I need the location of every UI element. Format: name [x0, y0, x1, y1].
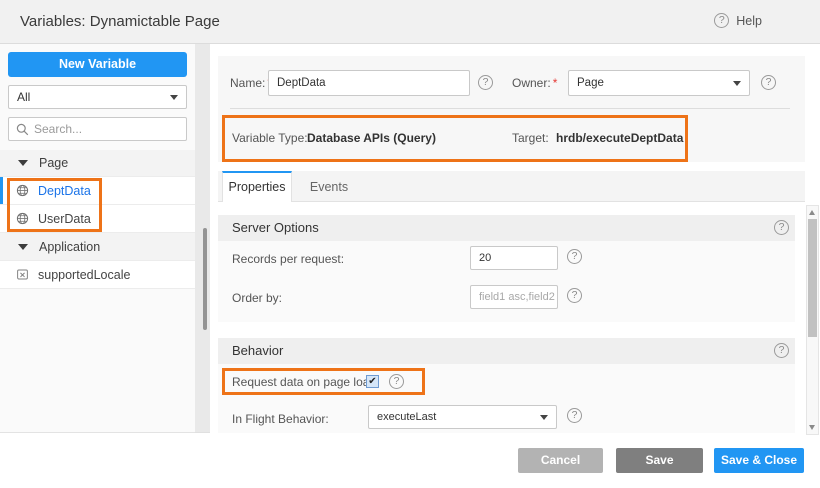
help-icon[interactable] — [774, 220, 789, 235]
variable-search[interactable] — [8, 117, 187, 141]
sidebar-group-application[interactable]: Application — [0, 233, 195, 261]
help-icon[interactable] — [761, 75, 776, 90]
sidebar-scrollbar-thumb[interactable] — [203, 228, 207, 330]
variable-filter-select[interactable]: All — [8, 85, 187, 109]
scroll-up-arrow-icon[interactable] — [809, 210, 815, 215]
help-icon[interactable] — [774, 343, 789, 358]
scroll-down-arrow-icon[interactable] — [809, 425, 815, 430]
variable-details-form: Name:* Owner:* Page Variable Type: Datab… — [218, 56, 805, 162]
in-flight-selected-value: executeLast — [377, 411, 436, 423]
variables-dialog: Variables: Dynamictable Page Help New Va… — [0, 0, 820, 488]
behavior-section: Behavior Request data on page load In Fl… — [218, 338, 795, 433]
help-icon[interactable] — [478, 75, 493, 90]
owner-selected-value: Page — [577, 77, 604, 89]
owner-select[interactable]: Page — [568, 70, 750, 96]
tab-events[interactable]: Events — [296, 173, 362, 201]
selection-bar — [0, 177, 3, 204]
request-data-checkbox[interactable] — [366, 375, 379, 388]
tab-bar: Properties Events — [218, 171, 805, 202]
help-button[interactable]: Help — [714, 13, 762, 28]
variable-type-label: Variable Type: — [232, 118, 308, 159]
server-options-header: Server Options — [218, 215, 795, 241]
name-field[interactable] — [268, 70, 470, 96]
help-icon[interactable] — [567, 249, 582, 264]
server-options-section: Server Options Records per request: Orde… — [218, 215, 795, 322]
help-icon[interactable] — [567, 408, 582, 423]
new-variable-button[interactable]: New Variable — [8, 52, 187, 77]
name-label: Name:* — [230, 76, 272, 90]
records-per-request-label: Records per request: — [232, 252, 344, 266]
order-by-label: Order by: — [232, 291, 282, 305]
chevron-down-icon — [733, 81, 741, 86]
tab-properties[interactable]: Properties — [222, 171, 292, 202]
item-label: supportedLocale — [38, 268, 130, 282]
section-title: Server Options — [232, 215, 319, 241]
main-scrollbar-thumb[interactable] — [808, 219, 817, 337]
section-title: Behavior — [232, 338, 283, 364]
cancel-button[interactable]: Cancel — [518, 448, 603, 473]
item-label: UserData — [38, 212, 91, 226]
variable-type-value: Database APIs (Query) — [307, 118, 436, 159]
target-label: Target: — [512, 118, 549, 159]
service-variable-icon — [16, 212, 29, 225]
records-per-request-field[interactable] — [470, 246, 558, 270]
highlight-box-request-on-load: Request data on page load — [222, 368, 425, 395]
help-label[interactable]: Help — [736, 14, 762, 28]
page-title: Variables: Dynamictable Page — [20, 13, 220, 30]
caret-down-icon — [18, 160, 28, 166]
order-by-field[interactable] — [470, 285, 558, 309]
help-icon[interactable] — [389, 374, 404, 389]
request-data-on-load-label: Request data on page load — [232, 375, 376, 389]
target-value: hrdb/executeDeptData — [556, 118, 683, 159]
item-label: DeptData — [38, 184, 91, 198]
caret-down-icon — [18, 244, 28, 250]
sidebar-group-page[interactable]: Page — [0, 150, 195, 177]
chevron-down-icon — [170, 95, 178, 100]
service-variable-icon — [16, 184, 29, 197]
owner-label: Owner:* — [512, 76, 557, 90]
sidebar-item-deptdata[interactable]: DeptData — [0, 177, 195, 205]
in-flight-behavior-label: In Flight Behavior: — [232, 412, 329, 426]
sidebar-item-supportedlocale[interactable]: supportedLocale — [0, 261, 195, 289]
main-scrollbar[interactable] — [806, 205, 819, 435]
behavior-header: Behavior — [218, 338, 795, 364]
save-and-close-button[interactable]: Save & Close — [714, 448, 804, 473]
dialog-header: Variables: Dynamictable Page Help — [0, 0, 820, 44]
highlight-box-variable-type: Variable Type: Database APIs (Query) Tar… — [222, 115, 688, 162]
variables-sidebar: New Variable All Page — [0, 44, 195, 433]
search-icon — [16, 123, 29, 136]
in-flight-behavior-select[interactable]: executeLast — [368, 405, 557, 429]
search-input[interactable] — [34, 122, 174, 136]
form-divider — [230, 108, 790, 109]
filter-selected-value: All — [17, 90, 30, 104]
help-icon[interactable] — [714, 13, 729, 28]
required-asterisk: * — [553, 76, 558, 90]
help-icon[interactable] — [567, 288, 582, 303]
model-variable-icon — [16, 268, 29, 281]
sidebar-item-userdata[interactable]: UserData — [0, 205, 195, 233]
group-label: Page — [39, 156, 68, 170]
save-button[interactable]: Save — [616, 448, 703, 473]
group-label: Application — [39, 240, 100, 254]
chevron-down-icon — [540, 415, 548, 420]
